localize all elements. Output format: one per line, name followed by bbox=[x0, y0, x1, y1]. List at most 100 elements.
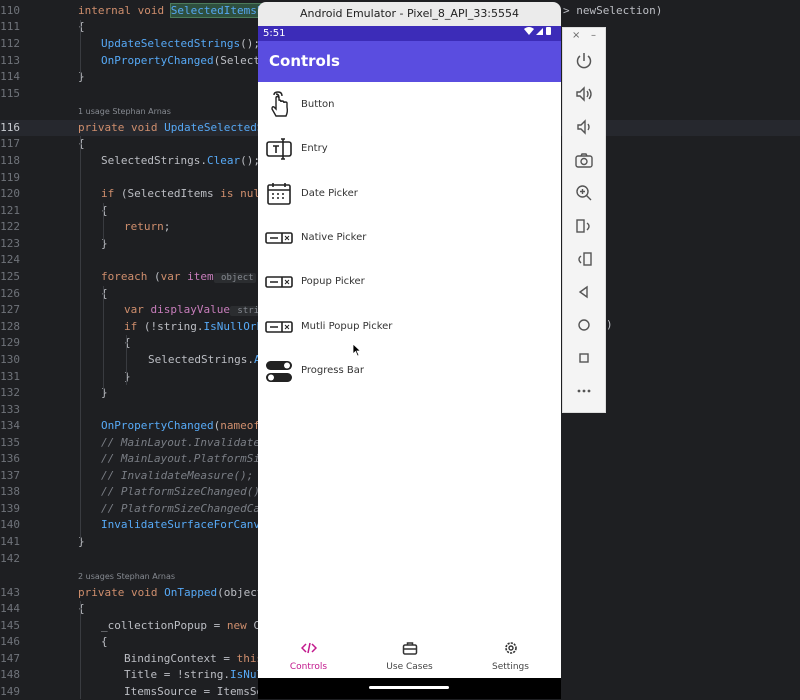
emulator-side-toolbar: × – bbox=[562, 27, 606, 413]
codelens-usages[interactable]: 2 usages Stephan Arnas bbox=[78, 572, 175, 581]
tab-controls[interactable]: Controls bbox=[258, 626, 359, 678]
home-icon[interactable] bbox=[573, 314, 595, 336]
line-number[interactable]: 148 bbox=[0, 667, 20, 683]
list-item[interactable]: Entry bbox=[258, 129, 561, 169]
list-item[interactable]: Mutli Popup Picker bbox=[258, 307, 561, 347]
line-number[interactable]: 139 bbox=[0, 501, 20, 517]
code-text: BindingContext = this, bbox=[124, 652, 270, 665]
line-number[interactable]: 127 bbox=[0, 302, 20, 318]
back-icon[interactable] bbox=[573, 281, 595, 303]
line-number[interactable]: 125 bbox=[0, 269, 20, 285]
code-text: { bbox=[78, 602, 85, 615]
codelens-usages[interactable]: 1 usage Stephan Arnas bbox=[78, 107, 171, 116]
picker-icon bbox=[265, 321, 293, 333]
line-number[interactable]: 116 bbox=[0, 120, 20, 136]
picker-icon bbox=[265, 232, 293, 244]
list-item[interactable]: Progress Bar bbox=[258, 351, 561, 391]
line-number[interactable]: 120 bbox=[0, 186, 20, 202]
line-number[interactable]: 131 bbox=[0, 369, 20, 385]
line-number[interactable]: 140 bbox=[0, 517, 20, 533]
line-number[interactable]: 124 bbox=[0, 252, 20, 268]
list-item-label: Mutli Popup Picker bbox=[301, 321, 393, 332]
gesture-bar bbox=[258, 678, 561, 699]
list-item[interactable]: Popup Picker bbox=[258, 262, 561, 302]
list-item-label: Native Picker bbox=[301, 232, 367, 243]
line-number[interactable]: 141 bbox=[0, 534, 20, 550]
power-icon[interactable] bbox=[573, 50, 595, 72]
code-fragment: > newSelection) bbox=[563, 4, 663, 17]
line-number[interactable]: 128 bbox=[0, 319, 20, 335]
line-number[interactable]: 146 bbox=[0, 634, 20, 650]
line-number[interactable]: 112 bbox=[0, 36, 20, 52]
line-number[interactable]: 147 bbox=[0, 651, 20, 667]
line-number[interactable]: 113 bbox=[0, 53, 20, 69]
code-fragment: ) bbox=[606, 318, 613, 331]
line-number[interactable]: 110 bbox=[0, 3, 20, 19]
list-item-label: Progress Bar bbox=[301, 365, 364, 376]
line-number[interactable]: 117 bbox=[0, 136, 20, 152]
line-number[interactable]: 129 bbox=[0, 335, 20, 351]
picker-icon bbox=[265, 276, 293, 288]
line-number[interactable]: 142 bbox=[0, 551, 20, 567]
code-text: SelectedStrings.Clear(); bbox=[101, 154, 260, 167]
line-number[interactable]: 114 bbox=[0, 69, 20, 85]
minimize-icon[interactable]: – bbox=[591, 30, 596, 41]
code-text: // MainLayout.PlatformSizeC bbox=[101, 452, 280, 465]
line-number[interactable]: 121 bbox=[0, 203, 20, 219]
indent-guide bbox=[80, 136, 81, 541]
line-number[interactable]: 145 bbox=[0, 618, 20, 634]
close-icon[interactable]: × bbox=[572, 30, 580, 41]
line-number[interactable]: 149 bbox=[0, 684, 20, 700]
list-item-label: Popup Picker bbox=[301, 276, 365, 287]
line-number[interactable]: 115 bbox=[0, 86, 20, 102]
briefcase-icon bbox=[402, 642, 418, 655]
line-number[interactable]: 123 bbox=[0, 236, 20, 252]
rotate-right-icon[interactable] bbox=[573, 248, 595, 270]
code-text: private void UpdateSelectedStri bbox=[78, 121, 284, 134]
code-text: } bbox=[78, 535, 85, 548]
line-number[interactable]: 143 bbox=[0, 585, 20, 601]
code-text: _collectionPopup = new CfCo bbox=[101, 619, 280, 632]
list-item[interactable]: Button bbox=[258, 85, 561, 125]
line-number[interactable]: 118 bbox=[0, 153, 20, 169]
list-item[interactable]: Native Picker bbox=[258, 218, 561, 258]
code-text: { bbox=[101, 287, 108, 300]
line-number[interactable]: 111 bbox=[0, 19, 20, 35]
camera-icon[interactable] bbox=[573, 149, 595, 171]
code-text: Title = !string.IsNullO bbox=[124, 668, 277, 681]
line-number[interactable]: 130 bbox=[0, 352, 20, 368]
calendar-icon bbox=[267, 183, 291, 205]
line-number[interactable]: 138 bbox=[0, 484, 20, 500]
home-gesture-handle[interactable] bbox=[369, 686, 449, 689]
code-text: { bbox=[124, 336, 131, 349]
line-number[interactable]: 135 bbox=[0, 435, 20, 451]
line-number[interactable]: 136 bbox=[0, 451, 20, 467]
code-text: // PlatformSizeChangedCanva bbox=[101, 502, 280, 515]
line-number[interactable]: 119 bbox=[0, 170, 20, 186]
signal-icon bbox=[524, 27, 551, 35]
tab-label: Settings bbox=[492, 662, 529, 672]
rotate-left-icon[interactable] bbox=[573, 215, 595, 237]
code-text: // MainLayout.InvalidateMea bbox=[101, 436, 280, 449]
list-item[interactable]: Date Picker bbox=[258, 174, 561, 214]
line-number[interactable]: 122 bbox=[0, 219, 20, 235]
line-number[interactable]: 137 bbox=[0, 468, 20, 484]
more-icon[interactable] bbox=[573, 380, 595, 402]
line-number[interactable]: 133 bbox=[0, 402, 20, 418]
tab-settings[interactable]: Settings bbox=[460, 626, 561, 678]
emulator-window: Android Emulator - Pixel_8_API_33:5554 5… bbox=[258, 2, 561, 699]
volume-up-icon[interactable] bbox=[573, 83, 595, 105]
tab-use-cases[interactable]: Use Cases bbox=[359, 626, 460, 678]
line-number[interactable]: 144 bbox=[0, 601, 20, 617]
code-text: // InvalidateMeasure(); bbox=[101, 469, 254, 482]
code-text: SelectedStrings.Add bbox=[148, 353, 274, 366]
indent-guide bbox=[80, 601, 81, 699]
code-text: } bbox=[101, 237, 108, 250]
zoom-icon[interactable] bbox=[573, 182, 595, 204]
overview-icon[interactable] bbox=[573, 347, 595, 369]
indent-guide bbox=[103, 203, 104, 243]
line-number[interactable]: 134 bbox=[0, 418, 20, 434]
volume-down-icon[interactable] bbox=[573, 116, 595, 138]
line-number[interactable]: 132 bbox=[0, 385, 20, 401]
line-number[interactable]: 126 bbox=[0, 286, 20, 302]
